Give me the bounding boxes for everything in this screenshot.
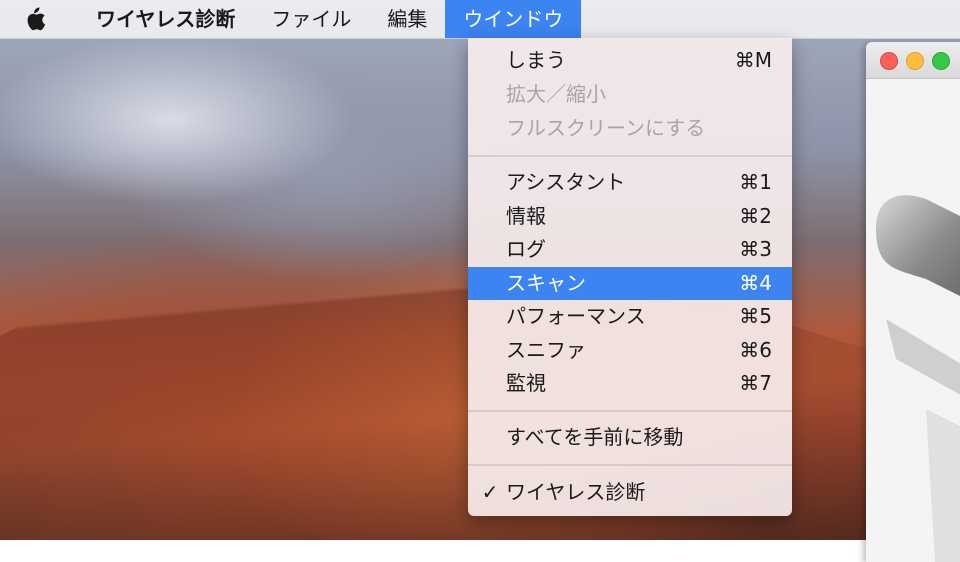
menu-item-label: ログ	[506, 237, 546, 261]
menu-item-window-wireless-diagnostics[interactable]: ✓ ワイヤレス診断	[468, 476, 792, 509]
menu-item-shortcut: ⌘M	[734, 48, 772, 72]
menu-item-label: すべてを手前に移動	[506, 425, 684, 449]
menu-item-label: しまう	[506, 48, 566, 72]
app-window[interactable]	[866, 42, 960, 562]
apple-logo-icon[interactable]	[24, 6, 72, 32]
menu-separator	[468, 410, 792, 412]
checkmark-icon: ✓	[481, 480, 499, 504]
menu-window[interactable]: ウインドウ	[445, 0, 582, 38]
menu-file[interactable]: ファイル	[253, 0, 369, 38]
menu-app-name[interactable]: ワイヤレス診断	[72, 0, 253, 38]
menu-item-label: アシスタント	[506, 170, 626, 194]
menu-item-label: 情報	[506, 204, 546, 228]
menu-separator	[468, 155, 792, 157]
menu-item-minimize[interactable]: しまう ⌘M	[468, 44, 792, 77]
menu-item-shortcut: ⌘5	[739, 304, 772, 328]
minimize-button[interactable]	[906, 52, 924, 70]
menu-edit[interactable]: 編集	[369, 0, 445, 38]
menu-item-shortcut: ⌘6	[739, 338, 772, 362]
menu-item-label: パフォーマンス	[506, 304, 646, 328]
menu-item-shortcut: ⌘3	[739, 237, 772, 261]
menu-item-shortcut: ⌘4	[739, 271, 772, 295]
menu-bar: ワイヤレス診断 ファイル 編集 ウインドウ	[0, 0, 960, 39]
close-button[interactable]	[880, 52, 898, 70]
menu-item-shortcut: ⌘1	[739, 170, 772, 194]
menu-item-label: スキャン	[506, 271, 586, 295]
menu-item-label: スニファ	[506, 338, 586, 362]
window-titlebar[interactable]	[866, 42, 960, 79]
menu-separator	[468, 464, 792, 466]
menu-item-bring-all-to-front[interactable]: すべてを手前に移動	[468, 421, 792, 454]
menu-item-label: ワイヤレス診断	[506, 480, 646, 504]
zoom-button[interactable]	[932, 52, 950, 70]
menu-item-label: 監視	[506, 371, 546, 395]
menu-item-logs[interactable]: ログ ⌘3	[468, 233, 792, 266]
menu-item-monitor[interactable]: 監視 ⌘7	[468, 367, 792, 400]
wireless-diagnostics-icon	[876, 195, 960, 562]
menu-item-label: フルスクリーンにする	[506, 116, 706, 140]
menu-item-fullscreen: フルスクリーンにする	[468, 112, 792, 145]
menu-item-zoom: 拡大／縮小	[468, 78, 792, 111]
menu-item-assistant[interactable]: アシスタント ⌘1	[468, 166, 792, 199]
menu-item-label: 拡大／縮小	[506, 82, 606, 106]
window-content	[866, 79, 960, 562]
menu-item-sniffer[interactable]: スニファ ⌘6	[468, 334, 792, 367]
menu-item-shortcut: ⌘7	[739, 371, 772, 395]
menu-item-performance[interactable]: パフォーマンス ⌘5	[468, 300, 792, 333]
menu-item-shortcut: ⌘2	[739, 204, 772, 228]
menu-item-info[interactable]: 情報 ⌘2	[468, 200, 792, 233]
menu-item-scan[interactable]: スキャン ⌘4	[468, 267, 792, 300]
window-menu-dropdown: しまう ⌘M 拡大／縮小 フルスクリーンにする アシスタント ⌘1 情報 ⌘2 …	[468, 38, 792, 516]
